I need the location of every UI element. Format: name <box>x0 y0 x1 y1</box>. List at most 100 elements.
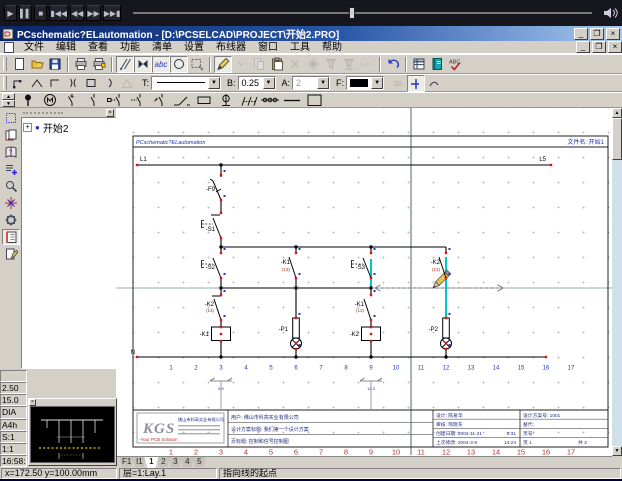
forward-button[interactable]: ▶▶ <box>86 5 100 21</box>
toolbar-button-text-abc[interactable]: abc <box>152 56 170 73</box>
tree-body[interactable]: + ● 开始2 <box>21 117 116 369</box>
status-cell-0[interactable] <box>0 370 27 382</box>
expand-icon[interactable]: + <box>23 123 32 132</box>
symbol-spinner[interactable]: ▲▼ <box>2 93 15 107</box>
shape-button-arc-tool[interactable] <box>100 75 118 92</box>
menu-item-9[interactable]: 帮助 <box>316 41 348 54</box>
toolbar-button-database-book[interactable] <box>428 56 446 73</box>
menu-item-3[interactable]: 功能 <box>114 41 146 54</box>
chevron-down-icon[interactable]: ▼ <box>317 77 329 89</box>
mdi-close-button[interactable]: × <box>608 41 622 53</box>
toolbar-button-new-page[interactable] <box>10 56 28 73</box>
scroll-down-icon[interactable]: ▼ <box>612 446 622 456</box>
tree-panel-header[interactable]: × <box>21 108 116 117</box>
line-width-select[interactable]: 0.25▼ <box>238 76 276 90</box>
left-tool-snap-target[interactable] <box>2 195 20 211</box>
close-button[interactable]: × <box>606 28 620 40</box>
symbol-button-box-outline[interactable] <box>303 93 325 108</box>
chevron-down-icon[interactable]: ▼ <box>371 77 383 89</box>
preview-body[interactable] <box>30 406 115 463</box>
left-tool-options-wheel[interactable] <box>2 212 20 228</box>
symbol-button-contact-no[interactable] <box>83 93 105 108</box>
toolbar-button-pencil-draw[interactable] <box>214 56 232 73</box>
chevron-down-icon[interactable]: ▼ <box>208 77 220 89</box>
play-button[interactable]: ▶ <box>4 5 17 21</box>
toolbar-grip[interactable] <box>3 57 7 71</box>
status-cell-3[interactable]: DIA <box>0 406 27 418</box>
toolbar-button-circle-tool[interactable] <box>170 56 188 73</box>
symbol-button-signal-lamp[interactable] <box>17 93 39 108</box>
toolbar-button-draw-lines[interactable] <box>116 56 134 73</box>
rewind-button[interactable]: ◀◀ <box>70 5 84 21</box>
left-tool-manual-book[interactable]: ? <box>2 144 20 160</box>
menu-item-1[interactable]: 编辑 <box>50 41 82 54</box>
circuit-wires[interactable] <box>137 165 551 357</box>
toolbar-button-print-copy[interactable] <box>90 56 108 73</box>
symbol-button-motor[interactable] <box>39 93 61 108</box>
seek-slider-thumb[interactable] <box>349 7 355 19</box>
shape-button-curve-pair[interactable] <box>64 75 82 92</box>
chevron-down-icon[interactable]: ▼ <box>263 77 275 89</box>
toolbar-button-save-disk[interactable] <box>46 56 64 73</box>
toolbar-button-object-list[interactable] <box>410 56 428 73</box>
document-icon[interactable] <box>4 42 14 53</box>
line-type-select[interactable]: ▼ <box>151 76 221 90</box>
symbol-button-contact-dashed[interactable] <box>127 93 149 108</box>
menu-item-8[interactable]: 工具 <box>284 41 316 54</box>
preview-close-icon[interactable]: × <box>29 399 36 406</box>
tree-node-project[interactable]: + ● 开始2 <box>23 120 114 135</box>
mdi-restore-button[interactable]: ❐ <box>592 41 606 53</box>
toolbar-button-print[interactable] <box>72 56 90 73</box>
symbol-button-contact-arrow[interactable] <box>149 93 171 108</box>
stop-button[interactable]: ■ <box>34 5 47 21</box>
symbol-button-conductor-line[interactable] <box>281 93 303 108</box>
status-cell-4[interactable]: A4h <box>0 419 27 431</box>
left-tool-page-shift[interactable] <box>2 127 20 143</box>
status-cell-1[interactable]: 2.50 <box>0 382 27 394</box>
scroll-up-icon[interactable]: ▲ <box>612 108 622 118</box>
speaker-icon[interactable] <box>602 6 618 20</box>
menu-item-6[interactable]: 布线器 <box>210 41 252 54</box>
next-button[interactable]: ▶▶▮ <box>103 5 122 21</box>
toolbar-button-symbol-bowtie[interactable] <box>134 56 152 73</box>
panel-close-icon[interactable]: × <box>106 109 114 117</box>
seek-slider[interactable] <box>133 12 592 14</box>
symbol-button-terminal-row[interactable] <box>259 93 281 108</box>
panel-grip[interactable] <box>23 112 63 114</box>
symbol-button-coil-box[interactable] <box>193 93 215 108</box>
vertical-scrollbar[interactable]: ▲ ▼ <box>612 108 622 456</box>
left-tool-select-dots[interactable] <box>2 110 20 126</box>
prev-button[interactable]: ▮◀◀ <box>49 5 68 21</box>
draw-option-arc-small[interactable] <box>425 75 443 92</box>
status-cell-5[interactable]: S:1 <box>0 431 27 443</box>
minimize-button[interactable]: _ <box>574 28 588 40</box>
drawing-canvas[interactable]: PCschematic?ELautomation 文件名: 开始1 <box>116 108 612 456</box>
left-tool-zoom-find[interactable] <box>2 178 20 194</box>
color-select[interactable]: ▼ <box>346 76 384 90</box>
symbol-button-breaker[interactable] <box>61 93 83 108</box>
mdi-minimize-button[interactable]: _ <box>576 41 590 53</box>
shape-button-poly-elbow[interactable] <box>46 75 64 92</box>
shape-button-rect-tool[interactable] <box>82 75 100 92</box>
menu-item-0[interactable]: 文件 <box>18 41 50 54</box>
symbol-button-socket-lamp[interactable] <box>215 93 237 108</box>
status-cell-6[interactable]: 1:1 <box>0 443 27 455</box>
component-symbols[interactable] <box>202 179 452 349</box>
toolbar-button-area-select[interactable] <box>188 56 206 73</box>
toolbar-grip[interactable] <box>3 76 7 90</box>
schematic-sheet[interactable]: PCschematic?ELautomation 文件名: 开始1 <box>116 108 612 456</box>
toolbar-button-spell-check[interactable]: ABC <box>446 56 464 73</box>
symbol-button-three-pole[interactable] <box>237 93 259 108</box>
angle-select[interactable]: 2▼ <box>292 76 330 90</box>
left-tool-page-edit[interactable] <box>2 246 20 262</box>
pause-button[interactable]: ▌▌ <box>19 5 32 21</box>
toolbar-button-open-folder[interactable] <box>28 56 46 73</box>
status-cell-2[interactable]: 15.0 <box>0 394 27 406</box>
menu-item-4[interactable]: 清单 <box>146 41 178 54</box>
preview-titlebar[interactable]: × <box>29 399 116 406</box>
menu-item-5[interactable]: 设置 <box>178 41 210 54</box>
left-tool-notebook[interactable] <box>2 229 20 245</box>
menu-item-2[interactable]: 查看 <box>82 41 114 54</box>
scrollbar-thumb[interactable] <box>612 118 622 160</box>
shape-button-poly-corner[interactable] <box>10 75 28 92</box>
